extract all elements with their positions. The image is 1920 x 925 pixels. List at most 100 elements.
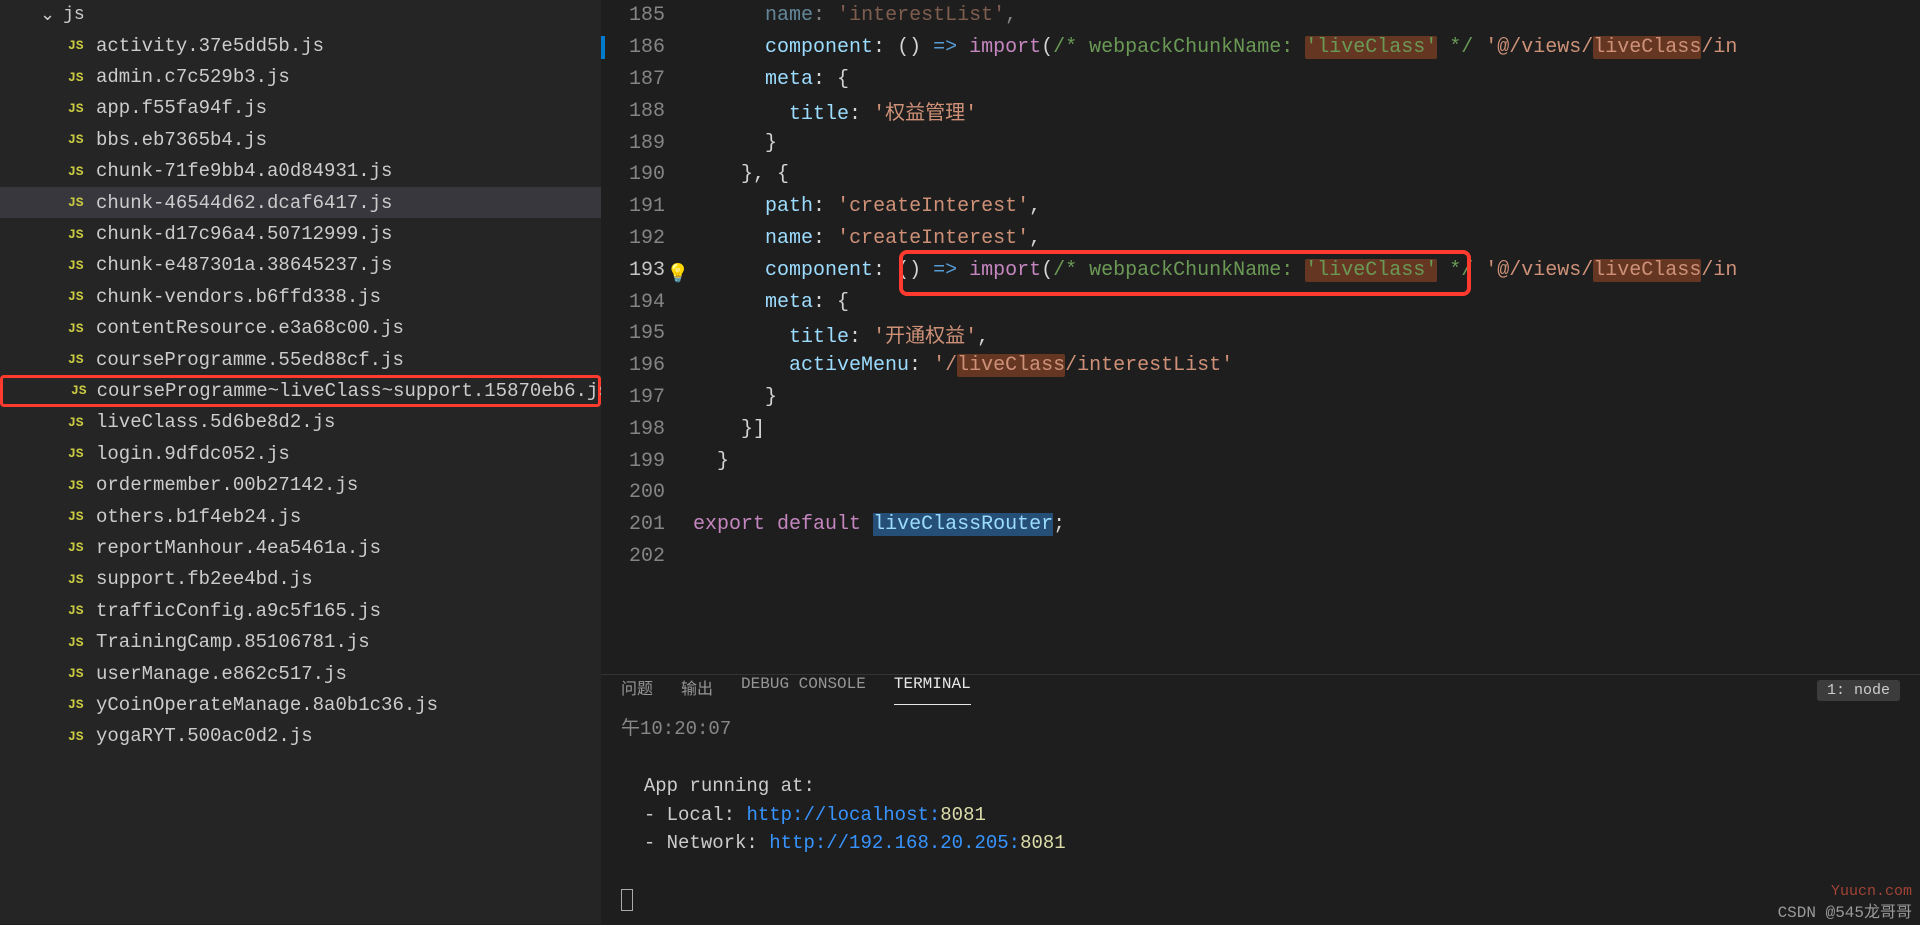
code-line[interactable]: 202 (601, 541, 1920, 573)
file-name: yogaRYT.500ac0d2.js (96, 725, 313, 747)
code-line[interactable]: 201export default liveClassRouter; (601, 509, 1920, 541)
js-file-icon: JS (68, 415, 86, 430)
js-file-icon: JS (68, 352, 86, 367)
file-item[interactable]: JS courseProgramme~liveClass~support.1587… (0, 375, 601, 406)
folder-js[interactable]: ⌄ js (0, 0, 601, 30)
file-item[interactable]: JSliveClass.5d6be8d2.js (0, 407, 601, 438)
code-line[interactable]: 189 } (601, 127, 1920, 159)
file-item[interactable]: JStrafficConfig.a9c5f165.js (0, 595, 601, 626)
line-number[interactable]: 196 (601, 354, 693, 377)
line-number[interactable]: 192 (601, 227, 693, 250)
code-content[interactable]: meta: { (693, 291, 1920, 314)
panel-tab[interactable]: 输出 (681, 675, 713, 705)
js-file-icon: JS (68, 572, 86, 587)
terminal-selector[interactable]: 1: node (1817, 680, 1900, 701)
code-content[interactable]: } (693, 386, 1920, 409)
file-name: login.9dfdc052.js (96, 443, 290, 465)
file-item[interactable]: JSyCoinOperateManage.8a0b1c36.js (0, 689, 601, 720)
code-content[interactable]: export default liveClassRouter; (693, 513, 1920, 536)
code-line[interactable]: 191 path: 'createInterest', (601, 191, 1920, 223)
line-number[interactable]: 202 (601, 545, 693, 568)
file-item[interactable]: JS login.9dfdc052.js (0, 438, 601, 469)
line-number[interactable]: 193💡 (601, 259, 693, 282)
code-line[interactable]: 193💡 component: () => import(/* webpackC… (601, 254, 1920, 286)
code-line[interactable]: 192 name: 'createInterest', (601, 223, 1920, 255)
code-content[interactable]: name: 'interestList', (693, 4, 1920, 27)
file-item[interactable]: JScourseProgramme.55ed88cf.js (0, 344, 601, 375)
code-line[interactable]: 188 title: '权益管理' (601, 95, 1920, 127)
line-number[interactable]: 195 (601, 322, 693, 345)
file-name: chunk-46544d62.dcaf6417.js (96, 192, 392, 214)
file-item[interactable]: JSadmin.c7c529b3.js (0, 61, 601, 92)
code-line[interactable]: 190 }, { (601, 159, 1920, 191)
code-content[interactable]: meta: { (693, 68, 1920, 91)
file-item[interactable]: JScontentResource.e3a68c00.js (0, 313, 601, 344)
panel-tab[interactable]: DEBUG CONSOLE (741, 675, 866, 705)
lightbulb-icon[interactable]: 💡 (667, 263, 689, 285)
line-number[interactable]: 194 (601, 291, 693, 314)
line-number[interactable]: 200 (601, 481, 693, 504)
code-content[interactable]: name: 'createInterest', (693, 227, 1920, 250)
file-item[interactable]: JSchunk-d17c96a4.50712999.js (0, 218, 601, 249)
code-line[interactable]: 186 component: () => import(/* webpackCh… (601, 32, 1920, 64)
file-item[interactable]: JSreportManhour.4ea5461a.js (0, 532, 601, 563)
file-item[interactable]: JSchunk-71fe9bb4.a0d84931.js (0, 156, 601, 187)
code-content[interactable]: title: '开通权益', (693, 319, 1920, 349)
file-item[interactable]: JSchunk-e487301a.38645237.js (0, 250, 601, 281)
file-item[interactable]: JSyogaRYT.500ac0d2.js (0, 721, 601, 752)
code-content[interactable]: component: () => import(/* webpackChunkN… (693, 36, 1920, 59)
line-number[interactable]: 186 (601, 36, 693, 59)
code-content[interactable]: activeMenu: '/liveClass/interestList' (693, 354, 1920, 377)
js-file-icon: JS (68, 38, 86, 53)
line-number[interactable]: 197 (601, 386, 693, 409)
file-item[interactable]: JSothers.b1f4eb24.js (0, 501, 601, 532)
line-number[interactable]: 191 (601, 195, 693, 218)
line-number[interactable]: 201 (601, 513, 693, 536)
terminal-output[interactable]: 午10:20:07 App running at: - Local: http:… (601, 705, 1920, 925)
line-number[interactable]: 198 (601, 418, 693, 441)
line-number[interactable]: 187 (601, 68, 693, 91)
line-number[interactable]: 185 (601, 4, 693, 27)
code-content[interactable]: component: () => import(/* webpackChunkN… (693, 259, 1920, 282)
panel-tab[interactable]: 问题 (621, 675, 653, 705)
code-content[interactable]: }, { (693, 163, 1920, 186)
code-line[interactable]: 187 meta: { (601, 64, 1920, 96)
code-content[interactable]: } (693, 132, 1920, 155)
file-item[interactable]: JSTrainingCamp.85106781.js (0, 626, 601, 657)
file-name: userManage.e862c517.js (96, 663, 347, 685)
file-name: courseProgramme~liveClass~support.15870e… (97, 380, 601, 402)
panel-tabs: 问题输出 DEBUG CONSOLE TERMINAL 1: node (601, 675, 1920, 705)
code-content[interactable]: } (693, 450, 1920, 473)
code-line[interactable]: 185 name: 'interestList', (601, 0, 1920, 32)
file-item[interactable]: JSsupport.fb2ee4bd.js (0, 564, 601, 595)
code-editor[interactable]: 185 name: 'interestList',186 component: … (601, 0, 1920, 674)
file-item[interactable]: JSuserManage.e862c517.js (0, 658, 601, 689)
code-line[interactable]: 194 meta: { (601, 286, 1920, 318)
js-file-icon: JS (71, 383, 87, 398)
panel-tab[interactable]: TERMINAL (894, 675, 971, 705)
file-item[interactable]: JSbbs.eb7365b4.js (0, 124, 601, 155)
code-content[interactable]: path: 'createInterest', (693, 195, 1920, 218)
file-item[interactable]: JSactivity.37e5dd5b.js (0, 30, 601, 61)
code-line[interactable]: 196 activeMenu: '/liveClass/interestList… (601, 350, 1920, 382)
code-line[interactable]: 195 title: '开通权益', (601, 318, 1920, 350)
file-item[interactable]: JSordermember.00b27142.js (0, 469, 601, 500)
file-item[interactable]: JSapp.f55fa94f.js (0, 93, 601, 124)
js-file-icon: JS (68, 446, 86, 461)
file-item[interactable]: JSchunk-46544d62.dcaf6417.js (0, 187, 601, 218)
code-content[interactable]: }] (693, 418, 1920, 441)
code-line[interactable]: 198 }] (601, 413, 1920, 445)
line-number[interactable]: 199 (601, 450, 693, 473)
terminal-time: 午10:20:07 (621, 715, 1900, 744)
code-content[interactable]: title: '权益管理' (693, 96, 1920, 126)
file-item[interactable]: JSchunk-vendors.b6ffd338.js (0, 281, 601, 312)
watermark-csdn: CSDN @545龙哥哥 (1778, 898, 1912, 922)
line-number[interactable]: 189 (601, 132, 693, 155)
code-line[interactable]: 197 } (601, 382, 1920, 414)
js-file-icon: JS (68, 227, 86, 242)
line-number[interactable]: 190 (601, 163, 693, 186)
file-explorer[interactable]: ⌄ js JSactivity.37e5dd5b.jsJSadmin.c7c52… (0, 0, 601, 924)
code-line[interactable]: 200 (601, 477, 1920, 509)
code-line[interactable]: 199 } (601, 445, 1920, 477)
line-number[interactable]: 188 (601, 100, 693, 123)
